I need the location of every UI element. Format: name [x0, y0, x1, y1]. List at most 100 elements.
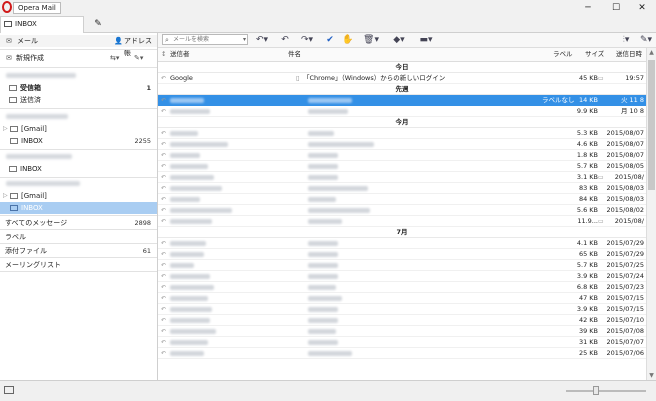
sidebar-item-gmail-folder[interactable]: ▷ [Gmail]: [0, 123, 157, 135]
subject-redacted: [308, 318, 338, 323]
expand-arrow-icon[interactable]: ▷: [3, 123, 8, 135]
sidebar-item-inbox[interactable]: 受信箱 1: [0, 82, 157, 94]
sender-redacted: [170, 153, 200, 158]
message-row-selected[interactable]: ↶ ラベルなし 14 KB 火 11 8: [158, 95, 646, 106]
message-row[interactable]: ↶ 3.9 KB 2015/07/24: [158, 271, 646, 282]
message-row[interactable]: ↶ 5.6 KB 2015/08/02: [158, 205, 646, 216]
close-button[interactable]: ✕: [634, 2, 650, 14]
sidebar-item-gmail-inbox[interactable]: INBOX 2255: [0, 135, 157, 147]
toolbar: ⌕ ▾ ↶▾ ↶ ↷▾ ✔ ✋ 🗑▾ ◆▾ ▬▾ ⫶▾ ✎▾: [158, 33, 656, 48]
message-row[interactable]: ↶ 25 KB 2015/07/06: [158, 348, 646, 359]
message-row[interactable]: ↶ 39 KB 2015/07/08: [158, 326, 646, 337]
message-date: 2015/07/29: [606, 239, 644, 247]
message-row[interactable]: ↶ 9.9 KB 月 10 8: [158, 106, 646, 117]
new-mail-button[interactable]: 新規作成: [16, 52, 44, 64]
sender-redacted: [170, 318, 210, 323]
expand-arrow-icon[interactable]: ▷: [3, 190, 8, 202]
search-dropdown-icon[interactable]: ▾: [243, 35, 246, 44]
person-icon: 👤: [114, 37, 123, 45]
reply-status-icon: ↶: [161, 163, 167, 170]
message-row[interactable]: ↶ 3.9 KB 2015/07/15: [158, 304, 646, 315]
message-row[interactable]: ↶ 47 KB 2015/07/15: [158, 293, 646, 304]
delete-icon[interactable]: 🗑▾: [362, 34, 380, 46]
column-label[interactable]: ラベル: [553, 48, 573, 61]
message-row[interactable]: ↶ 1.8 KB 2015/08/07: [158, 150, 646, 161]
compose-icon[interactable]: ✎: [92, 18, 104, 30]
zoom-slider[interactable]: [566, 390, 646, 392]
filter-icon[interactable]: ⇆▾: [110, 52, 119, 64]
message-row[interactable]: ↶ 42 KB 2015/07/10: [158, 315, 646, 326]
inbox-icon: [9, 85, 17, 91]
message-date: 2015/07/24: [606, 272, 644, 280]
message-row[interactable]: ↶ 11.9... ▭ 2015/08/: [158, 216, 646, 227]
message-row[interactable]: ↶ 5.7 KB 2015/07/25: [158, 260, 646, 271]
label-tag-icon[interactable]: ◆▾: [390, 34, 408, 46]
column-size[interactable]: サイズ: [585, 48, 604, 61]
scroll-down-icon[interactable]: ▼: [647, 371, 656, 380]
message-date: 2015/07/15: [606, 305, 644, 313]
reply-all-icon[interactable]: ↶: [278, 34, 292, 46]
message-row[interactable]: ↶ 3.1 KB ▭ 2015/08/: [158, 172, 646, 183]
message-row[interactable]: ↶ 5.7 KB 2015/08/05: [158, 161, 646, 172]
message-row[interactable]: ↶ 4.6 KB 2015/08/07: [158, 139, 646, 150]
reply-status-icon: ↶: [161, 141, 167, 148]
move-folder-icon[interactable]: ▬▾: [416, 34, 436, 46]
message-row[interactable]: ↶ 4.1 KB 2015/07/29: [158, 238, 646, 249]
subject-redacted: [308, 208, 370, 213]
maximize-button[interactable]: ☐: [608, 2, 624, 14]
reply-status-icon: ↶: [161, 339, 167, 346]
scroll-up-icon[interactable]: ▲: [647, 48, 656, 57]
sidebar-item-inbox-account3[interactable]: INBOX: [0, 163, 157, 175]
sidebar-item-gmail-inbox-2-selected[interactable]: INBOX: [0, 202, 157, 214]
message-date: 2015/08/: [614, 217, 644, 225]
message-row[interactable]: ↶ 84 KB 2015/08/03: [158, 194, 646, 205]
column-date[interactable]: 送信日時: [616, 48, 642, 61]
column-from[interactable]: 送信者: [170, 48, 190, 61]
sidebar-item-label: [Gmail]: [21, 192, 47, 200]
sidebar-item-labels[interactable]: ラベル: [0, 231, 157, 243]
message-from: Google: [170, 74, 193, 82]
sidebar-item-gmail-folder-2[interactable]: ▷ [Gmail]: [0, 190, 157, 202]
column-subject[interactable]: 件名: [288, 48, 301, 61]
folder-icon: [10, 138, 18, 144]
message-row[interactable]: ↶ 83 KB 2015/08/03: [158, 183, 646, 194]
subject-redacted: [308, 153, 338, 158]
reply-status-icon: ↶: [161, 295, 167, 302]
message-size: 25 KB: [578, 349, 598, 357]
message-row[interactable]: ↶ 65 KB 2015/07/29: [158, 249, 646, 260]
section-this-month: 今月: [158, 117, 646, 128]
scroll-thumb[interactable]: [648, 60, 655, 190]
minimize-button[interactable]: ─: [580, 2, 596, 14]
message-row[interactable]: ↶ Google ▯ 「Chrome」（Windows）からの新しいログイン 45 KB…: [158, 73, 646, 84]
subject-redacted: [308, 241, 338, 246]
message-row[interactable]: ↶ 5.3 KB 2015/08/07: [158, 128, 646, 139]
mark-read-icon[interactable]: ✔: [324, 34, 336, 46]
tab-inbox[interactable]: INBOX: [0, 16, 84, 33]
reply-status-icon: ↶: [161, 306, 167, 313]
attachment-icon: ▭: [598, 75, 604, 82]
search-box[interactable]: ⌕ ▾: [162, 34, 248, 45]
attachment-icon: ▭: [598, 218, 604, 225]
sidebar-item-sent[interactable]: 送信済: [0, 94, 157, 106]
sidebar-item-mailing-lists[interactable]: メーリングリスト: [0, 259, 157, 271]
folder-icon: [10, 193, 18, 199]
spam-hand-icon[interactable]: ✋: [342, 34, 354, 46]
subject-redacted: [308, 131, 334, 136]
sidebar-mail-label[interactable]: メール: [17, 35, 38, 47]
sidebar-item-attachments[interactable]: 添付ファイル 61: [0, 245, 157, 257]
vertical-scrollbar[interactable]: ▲ ▼: [646, 48, 656, 380]
message-row[interactable]: ↶ 31 KB 2015/07/07: [158, 337, 646, 348]
panel-toggle-icon[interactable]: [4, 386, 14, 394]
zoom-slider-handle[interactable]: [593, 386, 599, 395]
view-options-icon[interactable]: ⫶▾: [618, 34, 634, 46]
message-row[interactable]: ↶ 6.8 KB 2015/07/23: [158, 282, 646, 293]
sidebar-item-all-messages[interactable]: すべてのメッセージ 2898: [0, 217, 157, 229]
forward-icon[interactable]: ↷▾: [298, 34, 316, 46]
message-date: 2015/07/23: [606, 283, 644, 291]
settings-wrench-icon[interactable]: ✎▾: [134, 52, 143, 64]
reply-icon[interactable]: ↶▾: [254, 34, 270, 46]
settings-wrench-icon[interactable]: ✎▾: [638, 34, 654, 46]
message-size: 1.8 KB: [576, 151, 598, 159]
sort-icon[interactable]: ↕: [161, 48, 166, 61]
search-input[interactable]: [173, 35, 235, 44]
